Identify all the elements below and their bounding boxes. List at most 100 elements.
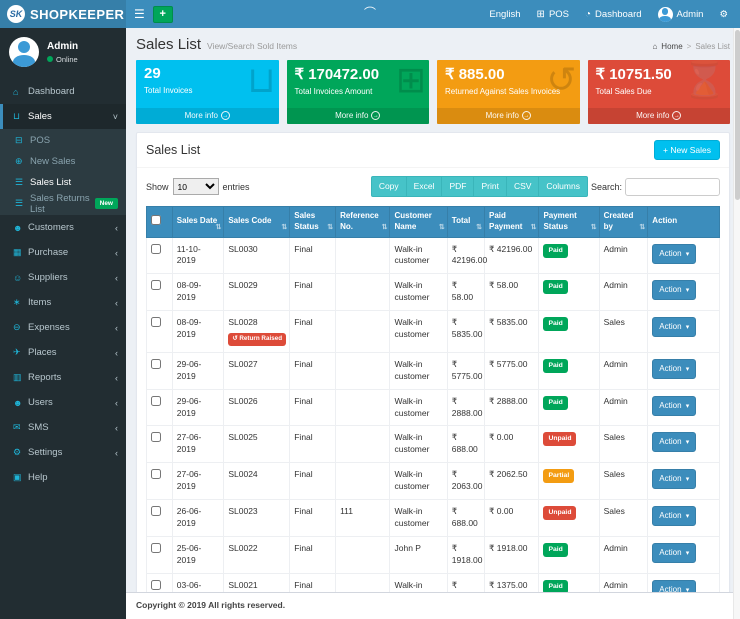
sidebar-item-items[interactable]: ∗Items‹ <box>0 290 126 315</box>
sidebar-item-users[interactable]: ☻Users‹ <box>0 390 126 415</box>
action-button[interactable]: Action ▾ <box>652 506 696 526</box>
column-header-sales-code[interactable]: Sales Code⇅ <box>224 207 290 238</box>
sales-date-cell: 29-06-2019 <box>172 352 224 389</box>
sidebar-item-sales-list[interactable]: ☰Sales List <box>0 172 126 193</box>
sidebar-avatar <box>9 37 39 67</box>
nav-dashboard-link[interactable]: ◔ Dashboard <box>585 9 642 20</box>
online-status-label: Online <box>56 55 78 64</box>
quick-add-button[interactable]: + <box>153 6 173 23</box>
column-header-reference-no-[interactable]: Reference No.⇅ <box>336 207 390 238</box>
action-button[interactable]: Action ▾ <box>652 280 696 300</box>
reference-no-cell <box>336 352 390 389</box>
caret-down-icon: ▾ <box>686 366 690 373</box>
row-checkbox[interactable] <box>151 580 161 590</box>
column-header-created-by[interactable]: Created by⇅ <box>599 207 648 238</box>
column-header-total[interactable]: Total⇅ <box>447 207 484 238</box>
language-menu[interactable]: English <box>489 9 520 20</box>
select-all-checkbox[interactable] <box>151 215 161 225</box>
dashboard-icon: ⌂ <box>13 87 28 97</box>
page-size-select[interactable]: 10 <box>173 178 219 195</box>
table-row: 29-06-2019SL0027FinalWalk-in customer₹ 5… <box>147 352 720 389</box>
row-select-cell <box>147 274 173 311</box>
created-by-cell: Admin <box>599 274 648 311</box>
sidebar-item-customers[interactable]: ☻Customers‹ <box>0 215 126 240</box>
scrollbar[interactable] <box>733 28 740 619</box>
column-header-customer-name[interactable]: Customer Name⇅ <box>390 207 447 238</box>
brand-logo[interactable]: SK SHOPKEEPER <box>0 0 126 28</box>
new-sales-button[interactable]: + New Sales <box>654 140 720 160</box>
column-header-payment-status[interactable]: Payment Status⇅ <box>539 207 599 238</box>
sidebar-item-help[interactable]: ▣Help <box>0 465 126 490</box>
nav-pos-link[interactable]: ⊞ POS <box>537 9 569 20</box>
row-select-cell <box>147 426 173 463</box>
action-button[interactable]: Action ▾ <box>652 317 696 337</box>
row-checkbox[interactable] <box>151 317 161 327</box>
row-checkbox[interactable] <box>151 280 161 290</box>
row-checkbox[interactable] <box>151 469 161 479</box>
column-header-paid-payment[interactable]: Paid Payment⇅ <box>485 207 539 238</box>
row-checkbox[interactable] <box>151 432 161 442</box>
more-info-link[interactable]: More info→ <box>287 108 430 124</box>
content-area: Sales List View/Search Sold Items ⌂ Home… <box>126 0 740 619</box>
total-cell: ₹ 5775.00 <box>447 352 484 389</box>
sidebar-item-sales[interactable]: ⊔Sales˅ <box>0 104 126 129</box>
sidebar-item-sales-returns-list[interactable]: ☰Sales Returns ListNew <box>0 193 126 214</box>
excel-button[interactable]: Excel <box>406 176 442 197</box>
row-checkbox[interactable] <box>151 359 161 369</box>
column-header-sales-status[interactable]: Sales Status⇅ <box>290 207 336 238</box>
row-checkbox[interactable] <box>151 543 161 553</box>
search-input[interactable] <box>625 178 720 196</box>
payment-status-badge: Paid <box>543 396 567 410</box>
sidebar-item-label: POS <box>30 135 50 146</box>
scrollbar-thumb[interactable] <box>735 30 740 200</box>
action-button[interactable]: Action ▾ <box>652 359 696 379</box>
sidebar-item-purchase[interactable]: ▦Purchase‹ <box>0 240 126 265</box>
reference-no-cell <box>336 463 390 500</box>
customer-name-cell: Walk-in customer <box>390 237 447 274</box>
breadcrumb-home[interactable]: Home <box>661 42 682 51</box>
row-checkbox[interactable] <box>151 506 161 516</box>
column-header-sales-date[interactable]: Sales Date⇅ <box>172 207 224 238</box>
sidebar-item-sms[interactable]: ✉SMS‹ <box>0 415 126 440</box>
sidebar-item-settings[interactable]: ⚙Settings‹ <box>0 440 126 465</box>
action-button[interactable]: Action ▾ <box>652 244 696 264</box>
action-button[interactable]: Action ▾ <box>652 396 696 416</box>
action-cell: Action ▾ <box>648 237 720 274</box>
copy-button[interactable]: Copy <box>371 176 406 197</box>
sidebar-toggle-icon[interactable]: ☰ <box>134 7 145 21</box>
print-button[interactable]: Print <box>473 176 505 197</box>
breadcrumb-separator: > <box>687 42 692 51</box>
more-info-link[interactable]: More info→ <box>136 108 279 124</box>
sidebar-item-reports[interactable]: ▥Reports‹ <box>0 365 126 390</box>
payment-status-cell: Paid <box>539 237 599 274</box>
action-button[interactable]: Action ▾ <box>652 432 696 452</box>
users-icon: ☻ <box>13 398 28 408</box>
sidebar-item-dashboard[interactable]: ⌂Dashboard <box>0 79 126 104</box>
user-menu[interactable]: Admin <box>658 7 704 22</box>
settings-gear-icon[interactable]: ⚙ <box>719 9 728 20</box>
action-button[interactable]: Action ▾ <box>652 543 696 563</box>
columns-button[interactable]: Columns <box>538 176 588 197</box>
csv-button[interactable]: CSV <box>506 176 538 197</box>
more-info-link[interactable]: More info→ <box>588 108 731 124</box>
column-header-action[interactable]: Action <box>648 207 720 238</box>
sidebar-item-new-sales[interactable]: ⊕New Sales <box>0 151 126 172</box>
more-info-label: More info <box>185 111 218 120</box>
sidebar-item-label: Sales Returns List <box>30 193 95 215</box>
payment-status-cell: Unpaid <box>539 426 599 463</box>
row-checkbox[interactable] <box>151 396 161 406</box>
row-checkbox[interactable] <box>151 244 161 254</box>
sales-date-cell: 11-10-2019 <box>172 237 224 274</box>
paid-payment-cell: ₹ 2888.00 <box>485 389 539 426</box>
info-box-total-sales-due: ₹ 10751.50Total Sales Due⌛More info→ <box>588 60 731 124</box>
sidebar-item-pos[interactable]: ⊟POS <box>0 130 126 151</box>
sidebar-item-suppliers[interactable]: ☺Suppliers‹ <box>0 265 126 290</box>
sidebar-item-places[interactable]: ✈Places‹ <box>0 340 126 365</box>
sales-date-cell: 26-06-2019 <box>172 499 224 536</box>
sales-status-cell: Final <box>290 352 336 389</box>
more-info-link[interactable]: More info→ <box>437 108 580 124</box>
action-button[interactable]: Action ▾ <box>652 469 696 489</box>
sidebar-item-expenses[interactable]: ⊖Expenses‹ <box>0 315 126 340</box>
arrow-circle-right-icon: → <box>672 111 681 120</box>
pdf-button[interactable]: PDF <box>441 176 473 197</box>
